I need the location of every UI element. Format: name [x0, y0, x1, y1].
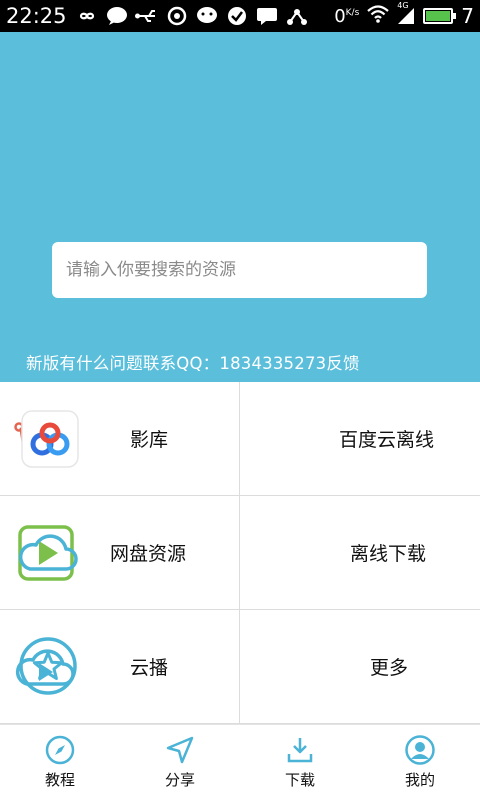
hero-banner: 新版有什么问题联系QQ：1834335273反馈 [0, 32, 480, 382]
grid-label: 影库 [130, 429, 169, 451]
wechat-icon [195, 6, 219, 26]
usb-icon [134, 6, 159, 26]
search-input[interactable] [52, 242, 427, 298]
nav-item-download[interactable]: 下载 [240, 725, 360, 800]
compass-icon [45, 735, 75, 765]
battery-icon [423, 8, 457, 24]
grid-label: 离线下载 [350, 543, 427, 565]
wifi-icon [367, 4, 390, 28]
nav-label: 我的 [404, 771, 435, 789]
nav-label: 分享 [164, 771, 195, 789]
net-speed: 0K/s [334, 5, 360, 27]
message-icon [255, 6, 279, 26]
feature-grid: 影库 百度云离线 网盘资源 离线下载 云播 更多 [0, 382, 480, 724]
status-time: 22:25 [6, 4, 67, 28]
infinity-icon [75, 6, 99, 26]
grid-item-offline-download[interactable]: 离线下载 [18, 496, 480, 610]
star-circle-icon [16, 634, 80, 698]
grid-label: 网盘资源 [110, 543, 187, 565]
grid-label: 云播 [130, 657, 169, 679]
bottom-nav: 教程 分享 下载 我的 [0, 724, 480, 800]
user-icon [405, 735, 435, 765]
grid-item-more[interactable]: 更多 [19, 610, 480, 724]
chat-icon [105, 6, 129, 26]
grid-label: 更多 [370, 657, 409, 679]
nav-item-tutorial[interactable]: 教程 [0, 725, 120, 800]
contact-notice: 新版有什么问题联系QQ：1834335273反馈 [26, 354, 360, 373]
cell-signal-icon: 4G [397, 1, 415, 25]
nav-item-mine[interactable]: 我的 [360, 725, 480, 800]
send-icon [165, 735, 195, 765]
nav-label: 下载 [284, 771, 315, 789]
grid-item-baidu-offline[interactable]: 百度云离线 [21, 382, 480, 496]
battery-level: 7 [461, 4, 474, 28]
cloud-icon [16, 521, 80, 585]
grid-label: 百度云离线 [339, 429, 435, 451]
nav-item-share[interactable]: 分享 [120, 725, 240, 800]
download-icon [285, 735, 315, 765]
status-bar: 22:25 0K/s 4G 7 [0, 0, 480, 32]
share-network-icon [285, 6, 309, 26]
check-circle-icon [225, 6, 249, 26]
sync-icon [165, 6, 189, 26]
baidu-cloud-icon [18, 407, 82, 471]
nav-label: 教程 [44, 771, 75, 789]
